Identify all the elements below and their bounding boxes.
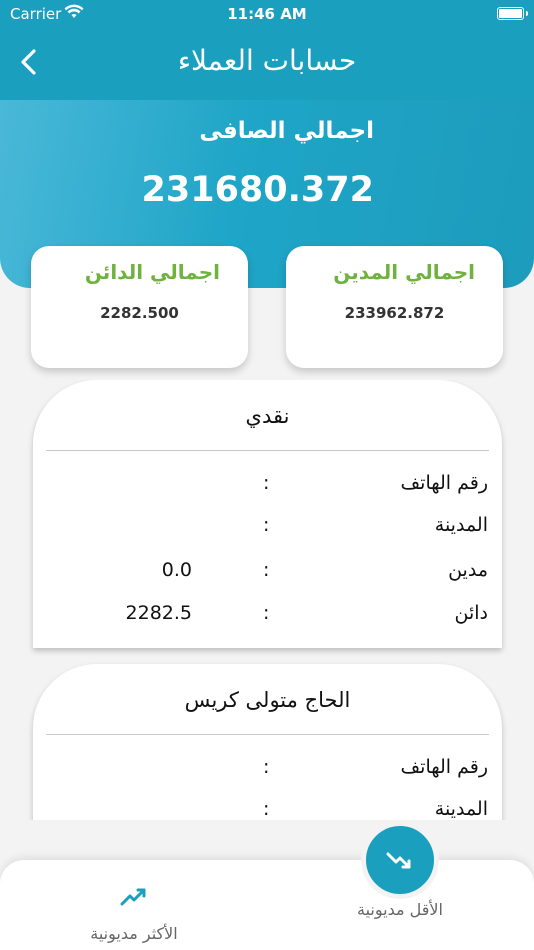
total-debit-label: اجمالي المدين: [333, 260, 475, 284]
divider: [46, 734, 489, 735]
debit-value: 0.0: [161, 559, 192, 581]
separator: :: [263, 559, 270, 581]
phone-label: رقم الهاتف: [400, 472, 488, 494]
page-title: حسابات العملاء: [177, 44, 357, 77]
separator: :: [263, 514, 270, 536]
most-debt-tab[interactable]: الأكثر مديونية: [76, 882, 192, 948]
city-label: المدينة: [434, 514, 488, 536]
phone-row: رقم الهاتف :: [33, 756, 502, 786]
trending-up-icon: [120, 888, 146, 906]
customer-name: الحاج متولى كريس: [184, 688, 351, 712]
credit-value: 2282.5: [125, 602, 192, 624]
debit-row: مدين : 0.0: [33, 559, 502, 589]
phone-label: رقم الهاتف: [400, 756, 488, 778]
total-credit-label: اجمالي الدائن: [84, 260, 220, 284]
credit-label: دائن: [454, 602, 489, 624]
total-debit-value: 233962.872: [344, 304, 445, 322]
less-debt-label[interactable]: الأقل مديونية: [340, 900, 460, 919]
net-total-label: اجمالي الصافى: [199, 118, 374, 144]
separator: :: [263, 602, 270, 624]
trending-down-icon: [386, 852, 411, 869]
status-bar: Carrier 11:46 AM: [0, 0, 534, 30]
customer-card[interactable]: الحاج متولى كريس رقم الهاتف : المدينة :: [33, 664, 502, 820]
city-row: المدينة :: [33, 798, 502, 820]
separator: :: [263, 472, 270, 494]
total-debit-card: اجمالي المدين 233962.872: [286, 246, 503, 368]
most-debt-label: الأكثر مديونية: [90, 924, 178, 943]
customer-list[interactable]: نقدي رقم الهاتف : المدينة : مدين : 0.0 د…: [0, 380, 534, 820]
less-debt-button[interactable]: [361, 821, 439, 899]
divider: [46, 450, 489, 451]
total-credit-value: 2282.500: [100, 304, 179, 322]
phone-row: رقم الهاتف :: [33, 472, 502, 502]
customer-card[interactable]: نقدي رقم الهاتف : المدينة : مدين : 0.0 د…: [33, 380, 502, 648]
battery-icon: [497, 7, 528, 20]
city-label: المدينة: [434, 798, 488, 820]
net-total-value: 231680.372: [141, 170, 374, 210]
total-credit-card: اجمالي الدائن 2282.500: [31, 246, 248, 368]
customer-name: نقدي: [245, 404, 290, 428]
app-header: Carrier 11:46 AM حسابات العملاء: [0, 0, 534, 100]
city-row: المدينة :: [33, 514, 502, 544]
separator: :: [263, 756, 270, 778]
credit-row: دائن : 2282.5: [33, 602, 502, 632]
debit-label: مدين: [448, 559, 488, 581]
separator: :: [263, 798, 270, 820]
status-time: 11:46 AM: [227, 5, 307, 23]
